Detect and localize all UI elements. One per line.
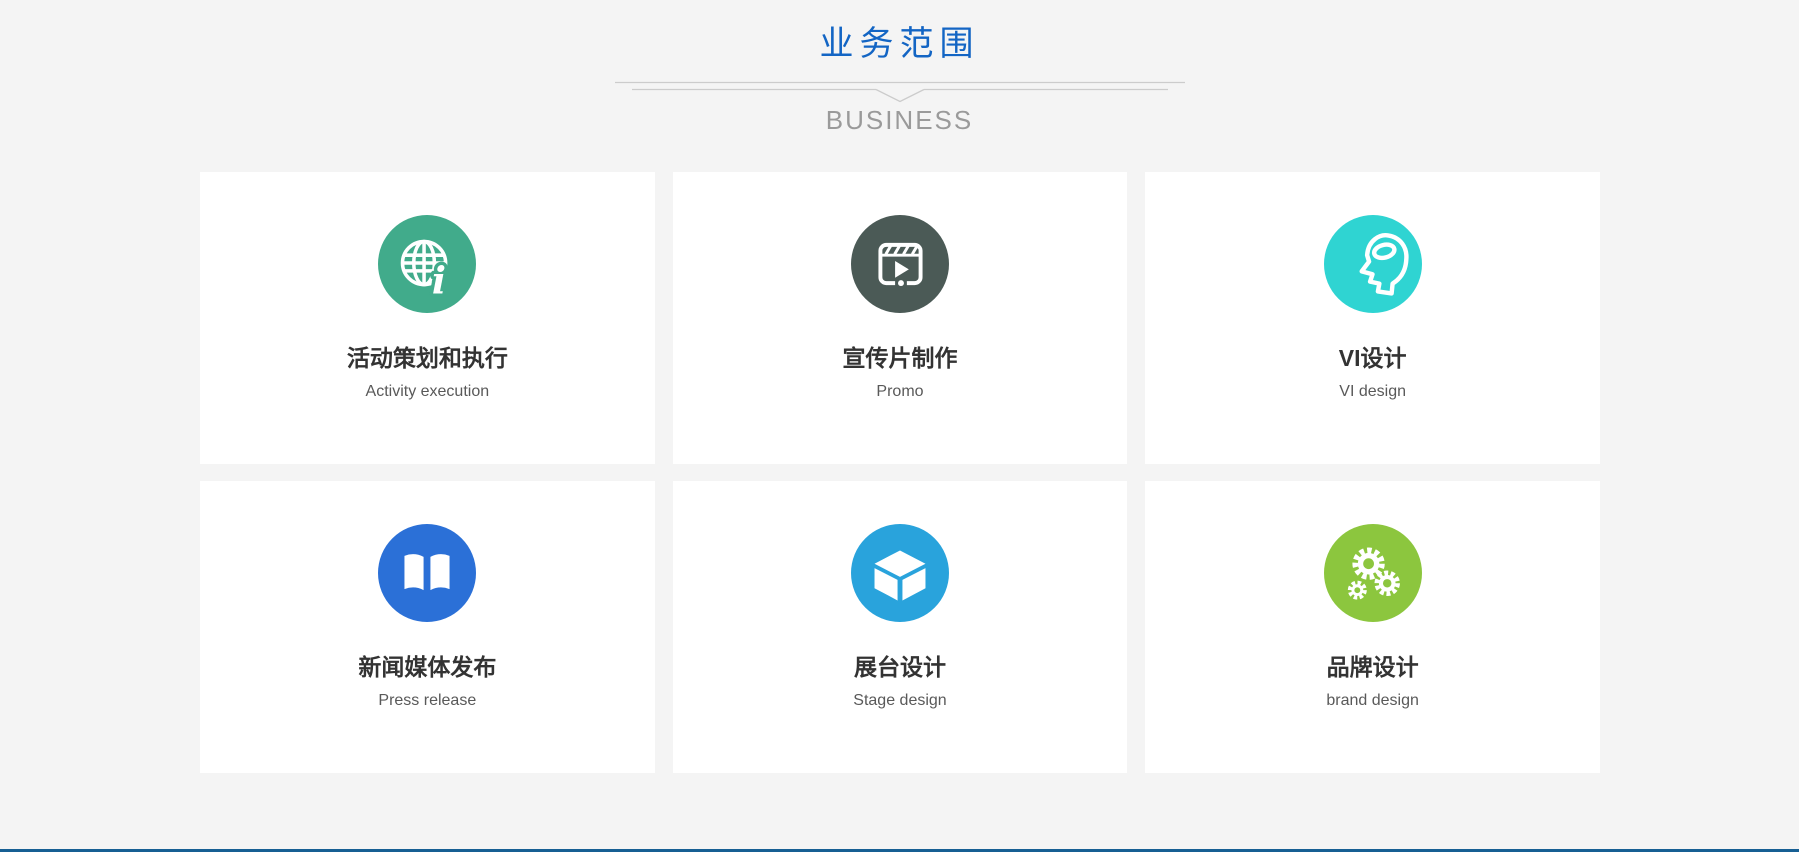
card-title: VI设计 (1145, 343, 1600, 373)
page-title: 业务范围 (0, 0, 1799, 64)
card-subtitle: brand design (1145, 692, 1600, 710)
card-subtitle: Activity execution (200, 383, 655, 401)
section-header: 业务范围 BUSINESS (0, 0, 1799, 135)
card-title: 品牌设计 (1145, 652, 1600, 682)
card-title: 活动策划和执行 (200, 343, 655, 373)
svg-text:i: i (432, 258, 446, 302)
section-divider (615, 78, 1185, 104)
head-profile-icon (1324, 215, 1422, 313)
section-subtitle: BUSINESS (0, 105, 1799, 135)
service-card-vi-design[interactable]: VI设计 VI design (1145, 172, 1600, 464)
service-card-stage-design[interactable]: 展台设计 Stage design (673, 481, 1128, 773)
service-card-press-release[interactable]: 新闻媒体发布 Press release (200, 481, 655, 773)
open-book-icon (378, 524, 476, 622)
clapperboard-play-icon (851, 215, 949, 313)
service-card-promo[interactable]: 宣传片制作 Promo (673, 172, 1128, 464)
card-subtitle: Promo (673, 383, 1128, 401)
card-subtitle: Stage design (673, 692, 1128, 710)
card-title: 宣传片制作 (673, 343, 1128, 373)
gears-icon (1324, 524, 1422, 622)
card-subtitle: Press release (200, 692, 655, 710)
services-grid: i 活动策划和执行 Activity execution 宣传片制作 Promo (200, 172, 1600, 773)
card-title: 新闻媒体发布 (200, 652, 655, 682)
service-card-brand-design[interactable]: 品牌设计 brand design (1145, 481, 1600, 773)
cube-icon (851, 524, 949, 622)
card-title: 展台设计 (673, 652, 1128, 682)
card-subtitle: VI design (1145, 383, 1600, 401)
service-card-activity-execution[interactable]: i 活动策划和执行 Activity execution (200, 172, 655, 464)
globe-info-icon: i (378, 215, 476, 313)
